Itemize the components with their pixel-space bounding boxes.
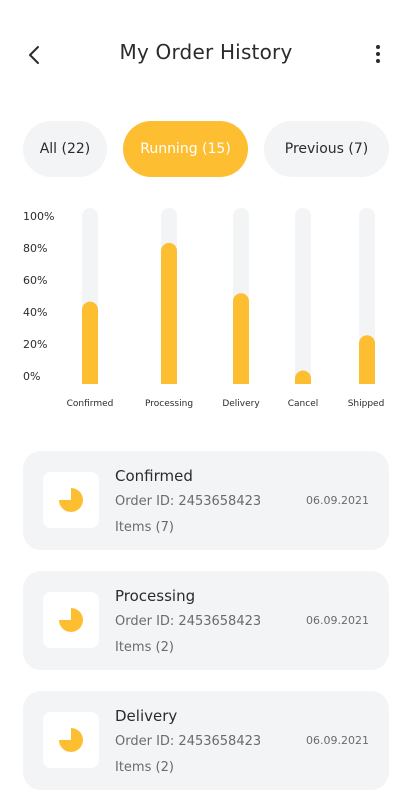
tab-all[interactable]: All (22)	[23, 121, 107, 177]
order-id: Order ID: 2453658423	[115, 734, 262, 749]
order-items: Items (2)	[115, 640, 174, 655]
order-filter-tabs: All (22) Running (15) Previous (7)	[23, 121, 389, 177]
y-tick-label: 40%	[23, 306, 47, 319]
bar-confirmed	[82, 301, 98, 384]
order-status-chart-svg: 100% 80% 60% 40% 20% 0% Confirmed Processing Del…	[23, 208, 385, 409]
pie-chart-icon	[43, 472, 99, 528]
y-tick-label: 60%	[23, 274, 47, 287]
x-tick-label: Processing	[145, 399, 193, 409]
order-status-chart: 100% 80% 60% 40% 20% 0% Confirmed Processing Del…	[0, 200, 412, 420]
tab-running[interactable]: Running (15)	[123, 121, 248, 177]
bar-shipped	[359, 335, 375, 384]
order-items: Items (7)	[115, 520, 174, 535]
y-tick-label: 20%	[23, 338, 47, 351]
x-tick-label: Cancel	[288, 399, 319, 409]
x-tick-label: Confirmed	[67, 399, 114, 409]
order-date: 06.09.2021	[306, 494, 369, 507]
order-id: Order ID: 2453658423	[115, 614, 262, 629]
order-list: Confirmed Order ID: 2453658423 Items (7)…	[23, 451, 389, 803]
order-card-confirmed[interactable]: Confirmed Order ID: 2453658423 Items (7)…	[23, 451, 389, 550]
order-items: Items (2)	[115, 760, 174, 775]
page-title: My Order History	[119, 40, 293, 64]
y-tick-label: 80%	[23, 242, 47, 255]
tab-previous[interactable]: Previous (7)	[264, 121, 389, 177]
header: My Order History	[0, 0, 412, 110]
more-vertical-icon[interactable]	[368, 42, 388, 68]
y-tick-label: 0%	[23, 370, 40, 383]
bar-track-cancel	[295, 208, 311, 384]
x-tick-label: Delivery	[222, 399, 260, 409]
pie-chart-icon	[43, 712, 99, 768]
pie-chart-icon	[43, 592, 99, 648]
order-card-processing[interactable]: Processing Order ID: 2453658423 Items (2…	[23, 571, 389, 670]
order-status: Confirmed	[115, 467, 193, 485]
x-tick-label: Shipped	[348, 399, 385, 409]
order-date: 06.09.2021	[306, 614, 369, 627]
order-status: Delivery	[115, 707, 178, 725]
order-status: Processing	[115, 587, 196, 605]
bar-processing	[161, 242, 177, 384]
order-card-delivery[interactable]: Delivery Order ID: 2453658423 Items (2) …	[23, 691, 389, 790]
order-id: Order ID: 2453658423	[115, 494, 262, 509]
bar-delivery	[233, 293, 249, 384]
order-date: 06.09.2021	[306, 734, 369, 747]
y-tick-label: 100%	[23, 210, 54, 223]
